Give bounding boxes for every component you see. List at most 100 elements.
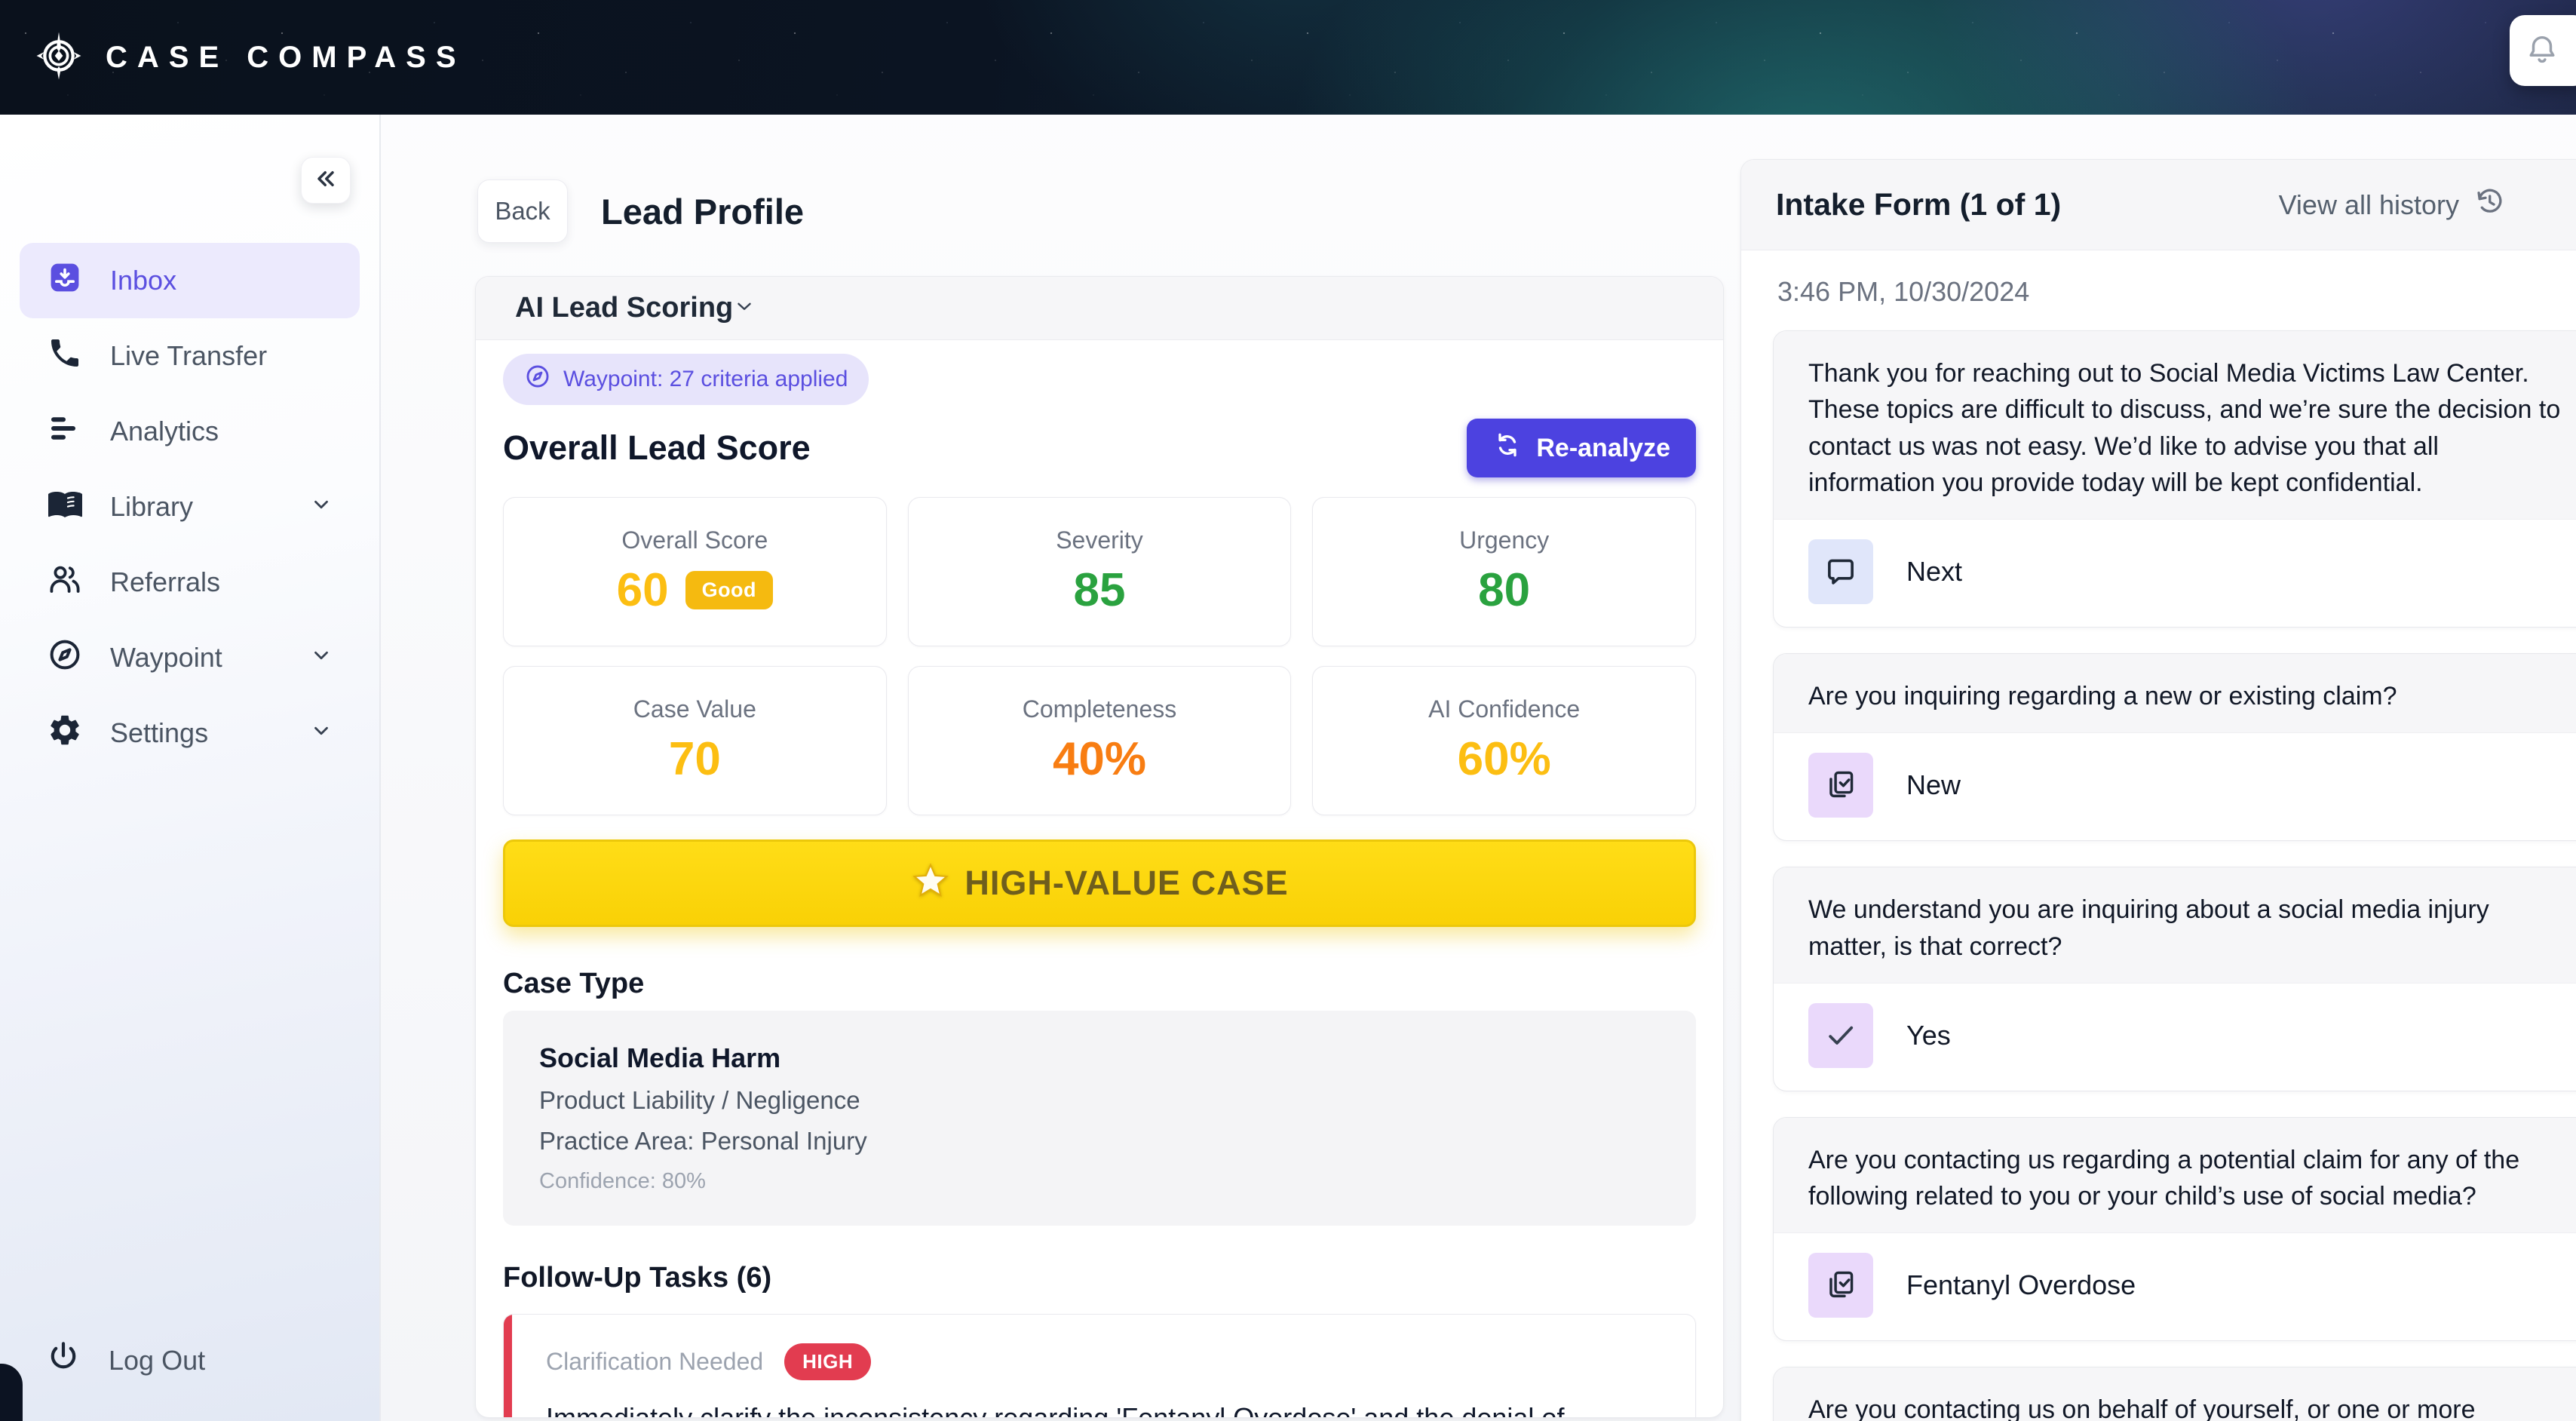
chevron-down-icon[interactable] <box>733 295 756 321</box>
intake-header: Intake Form (1 of 1) View all history <box>1741 160 2576 250</box>
answer-row: Fentanyl Overdose <box>1774 1233 2576 1340</box>
score-card-label: Case Value <box>504 695 886 723</box>
score-card-value: 60% <box>1313 732 1695 786</box>
sidebar-item-label: Inbox <box>110 265 176 296</box>
book-icon <box>47 486 83 529</box>
notifications-button[interactable] <box>2510 15 2576 86</box>
intake-title: Intake Form (1 of 1) <box>1776 187 2061 223</box>
sidebar-item-analytics[interactable]: Analytics <box>20 394 360 469</box>
compass-icon <box>47 637 83 680</box>
sidebar-item-library[interactable]: Library <box>20 469 360 545</box>
sidebar-item-waypoint[interactable]: Waypoint <box>20 620 360 695</box>
sidebar-item-label: Live Transfer <box>110 340 267 372</box>
copy-check-icon <box>1808 753 1873 818</box>
sidebar-item-label: Library <box>110 491 193 523</box>
intake-timestamp: 3:46 PM, 10/30/2024 <box>1777 276 2568 308</box>
check-icon <box>1808 1003 1873 1068</box>
follow-up-task-card: Clarification Needed HIGH Immediately cl… <box>503 1314 1696 1418</box>
case-type-heading: Case Type <box>503 968 1696 1000</box>
answer-row: Yes <box>1774 984 2576 1091</box>
score-card-label: AI Confidence <box>1313 695 1695 723</box>
reanalyze-label: Re-analyze <box>1536 434 1670 463</box>
sidebar-item-label: Waypoint <box>110 642 222 674</box>
case-type-practice-area: Practice Area: Personal Injury <box>539 1127 1660 1156</box>
star-icon <box>910 861 951 906</box>
phone-icon <box>47 335 83 378</box>
compass-badge-icon <box>524 363 551 396</box>
score-head-row: Overall Lead Score Re-analyze <box>503 419 1696 477</box>
logout-label: Log Out <box>109 1345 205 1376</box>
question-text: Are you inquiring regarding a new or exi… <box>1774 654 2576 733</box>
page-title: Lead Profile <box>601 191 804 232</box>
sidebar-item-label: Analytics <box>110 416 219 447</box>
compass-logo-icon <box>33 30 84 85</box>
gear-icon <box>47 712 83 755</box>
score-grid-row-2: Case Value 70 Completeness 40% AI Confid… <box>503 666 1696 815</box>
sidebar-item-live-transfer[interactable]: Live Transfer <box>20 318 360 394</box>
task-description: Immediately clarify the inconsistency re… <box>546 1398 1659 1418</box>
ai-lead-scoring-header[interactable]: AI Lead Scoring <box>476 277 1723 340</box>
score-card-label: Severity <box>909 526 1291 554</box>
history-link-label: View all history <box>2279 189 2459 221</box>
sidebar-item-inbox[interactable]: Inbox <box>20 243 360 318</box>
good-badge: Good <box>685 571 773 609</box>
top-navbar: CASE COMPASS <box>0 0 2576 115</box>
score-card-value: 60 Good <box>504 563 886 617</box>
intake-body: 3:46 PM, 10/30/2024 Thank you for reachi… <box>1741 250 2576 1421</box>
page-header: Back Lead Profile <box>477 180 804 243</box>
case-type-confidence: Confidence: 80% <box>539 1169 1660 1194</box>
answer-row: New <box>1774 733 2576 840</box>
decorative-corner <box>0 1364 23 1421</box>
chat-bubble-icon <box>1808 539 1873 604</box>
answer-label: Next <box>1906 556 1962 588</box>
sidebar-item-referrals[interactable]: Referrals <box>20 545 360 620</box>
question-text: Are you contacting us regarding a potent… <box>1774 1118 2576 1234</box>
sidebar-collapse-button[interactable] <box>301 157 351 204</box>
follow-up-tasks-heading: Follow-Up Tasks (6) <box>503 1262 1696 1294</box>
inbox-icon <box>47 259 83 302</box>
score-card-value: 80 <box>1313 563 1695 617</box>
score-card-severity: Severity 85 <box>908 497 1292 646</box>
question-text: Thank you for reaching out to Social Med… <box>1774 331 2576 520</box>
power-icon <box>45 1339 81 1382</box>
case-type-name: Social Media Harm <box>539 1042 1660 1074</box>
answer-row: Next <box>1774 520 2576 627</box>
history-icon <box>2473 185 2506 225</box>
chevron-down-icon <box>310 491 333 523</box>
brand-name: CASE COMPASS <box>106 41 466 75</box>
score-card-value: 85 <box>909 563 1291 617</box>
case-type-liability: Product Liability / Negligence <box>539 1086 1660 1115</box>
score-card-overall: Overall Score 60 Good <box>503 497 887 646</box>
sidebar-item-settings[interactable]: Settings <box>20 695 360 771</box>
copy-check-icon <box>1808 1253 1873 1318</box>
sidebar: Inbox Live Transfer Analytics <box>0 115 381 1421</box>
qa-card: We understand you are inquiring about a … <box>1773 867 2576 1091</box>
score-card-case-value: Case Value 70 <box>503 666 887 815</box>
qa-card: Are you inquiring regarding a new or exi… <box>1773 653 2576 841</box>
ai-lead-scoring-panel: AI Lead Scoring Waypoint: 27 criteria ap… <box>475 276 1724 1418</box>
question-text: We understand you are inquiring about a … <box>1774 867 2576 984</box>
sidebar-item-label: Settings <box>110 717 208 749</box>
view-all-history-link[interactable]: View all history <box>2279 185 2565 225</box>
brand: CASE COMPASS <box>33 0 466 115</box>
overall-lead-score-title: Overall Lead Score <box>503 428 811 468</box>
qa-card: Are you contacting us regarding a potent… <box>1773 1117 2576 1342</box>
bar-chart-icon <box>47 410 83 453</box>
high-value-case-banner: HIGH-VALUE CASE <box>503 839 1696 927</box>
intake-form-panel: Intake Form (1 of 1) View all history 3:… <box>1740 159 2576 1421</box>
app-root: CASE COMPASS <box>0 0 2576 1421</box>
back-button[interactable]: Back <box>477 180 568 243</box>
logout-button[interactable]: Log Out <box>45 1339 205 1382</box>
double-chevron-left-icon <box>312 165 339 196</box>
chevron-down-icon <box>310 717 333 749</box>
waypoint-badge-label: Waypoint: 27 criteria applied <box>563 367 848 392</box>
question-text: Are you contacting us on behalf of yours… <box>1774 1367 2576 1421</box>
qa-card: Thank you for reaching out to Social Med… <box>1773 330 2576 628</box>
people-icon <box>47 561 83 604</box>
reanalyze-button[interactable]: Re-analyze <box>1467 419 1696 477</box>
score-card-value: 40% <box>909 732 1291 786</box>
score-card-urgency: Urgency 80 <box>1312 497 1696 646</box>
high-value-case-label: HIGH-VALUE CASE <box>964 864 1288 903</box>
sidebar-nav: Inbox Live Transfer Analytics <box>20 243 360 771</box>
priority-strip <box>504 1315 512 1418</box>
